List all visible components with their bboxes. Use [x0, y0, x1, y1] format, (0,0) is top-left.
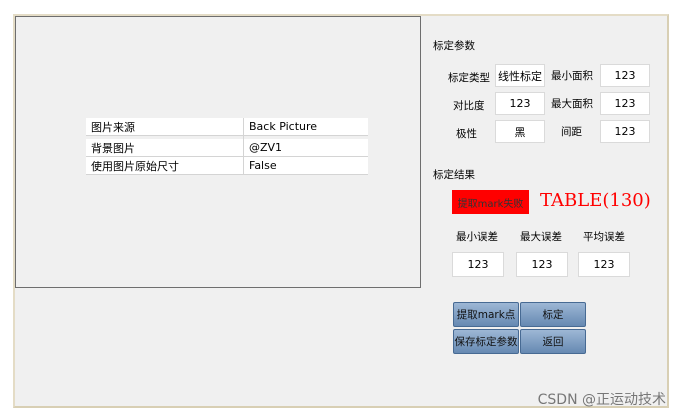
property-row[interactable]: 背景图片 @ZV1 — [86, 139, 368, 157]
spacing-field[interactable]: 123 — [600, 120, 650, 143]
watermark-text: CSDN @正运动技术 — [537, 392, 666, 408]
calibrate-button[interactable]: 标定 — [520, 302, 586, 327]
calib-type-label: 标定类型 — [448, 72, 490, 84]
params-section-title: 标定参数 — [433, 40, 475, 52]
property-value[interactable]: Back Picture — [243, 118, 368, 136]
property-grid: 图片来源 Back Picture 背景图片 @ZV1 使用图片原始尺寸 Fal… — [86, 118, 368, 175]
min-area-field[interactable]: 123 — [600, 64, 650, 87]
property-key: 背景图片 — [86, 139, 244, 157]
property-value[interactable]: False — [243, 156, 368, 175]
status-badge: 提取mark失败 — [452, 190, 529, 214]
property-key: 使用图片原始尺寸 — [86, 156, 244, 175]
property-key: 图片来源 — [86, 118, 244, 136]
table-code-text: TABLE(130) — [540, 190, 651, 211]
property-row[interactable]: 使用图片原始尺寸 False — [86, 156, 368, 175]
save-params-button[interactable]: 保存标定参数 — [453, 329, 519, 354]
max-area-label: 最大面积 — [551, 98, 593, 110]
max-area-field[interactable]: 123 — [600, 92, 650, 115]
back-button[interactable]: 返回 — [520, 329, 586, 354]
property-row[interactable]: 图片来源 Back Picture — [86, 118, 368, 136]
min-error-label: 最小误差 — [456, 231, 498, 243]
max-error-label: 最大误差 — [520, 231, 562, 243]
max-error-field[interactable]: 123 — [516, 252, 568, 277]
calib-type-field[interactable]: 线性标定 — [495, 64, 545, 87]
spacing-label: 间距 — [561, 126, 582, 138]
polarity-label: 极性 — [456, 128, 477, 140]
min-error-field[interactable]: 123 — [452, 252, 504, 277]
min-area-label: 最小面积 — [551, 70, 593, 82]
results-section-title: 标定结果 — [433, 169, 475, 181]
property-value[interactable]: @ZV1 — [243, 139, 368, 157]
extract-mark-button[interactable]: 提取mark点 — [453, 302, 519, 327]
polarity-field[interactable]: 黑 — [495, 120, 545, 143]
contrast-label: 对比度 — [453, 100, 485, 112]
avg-error-field[interactable]: 123 — [578, 252, 630, 277]
contrast-field[interactable]: 123 — [495, 92, 545, 115]
avg-error-label: 平均误差 — [583, 231, 625, 243]
